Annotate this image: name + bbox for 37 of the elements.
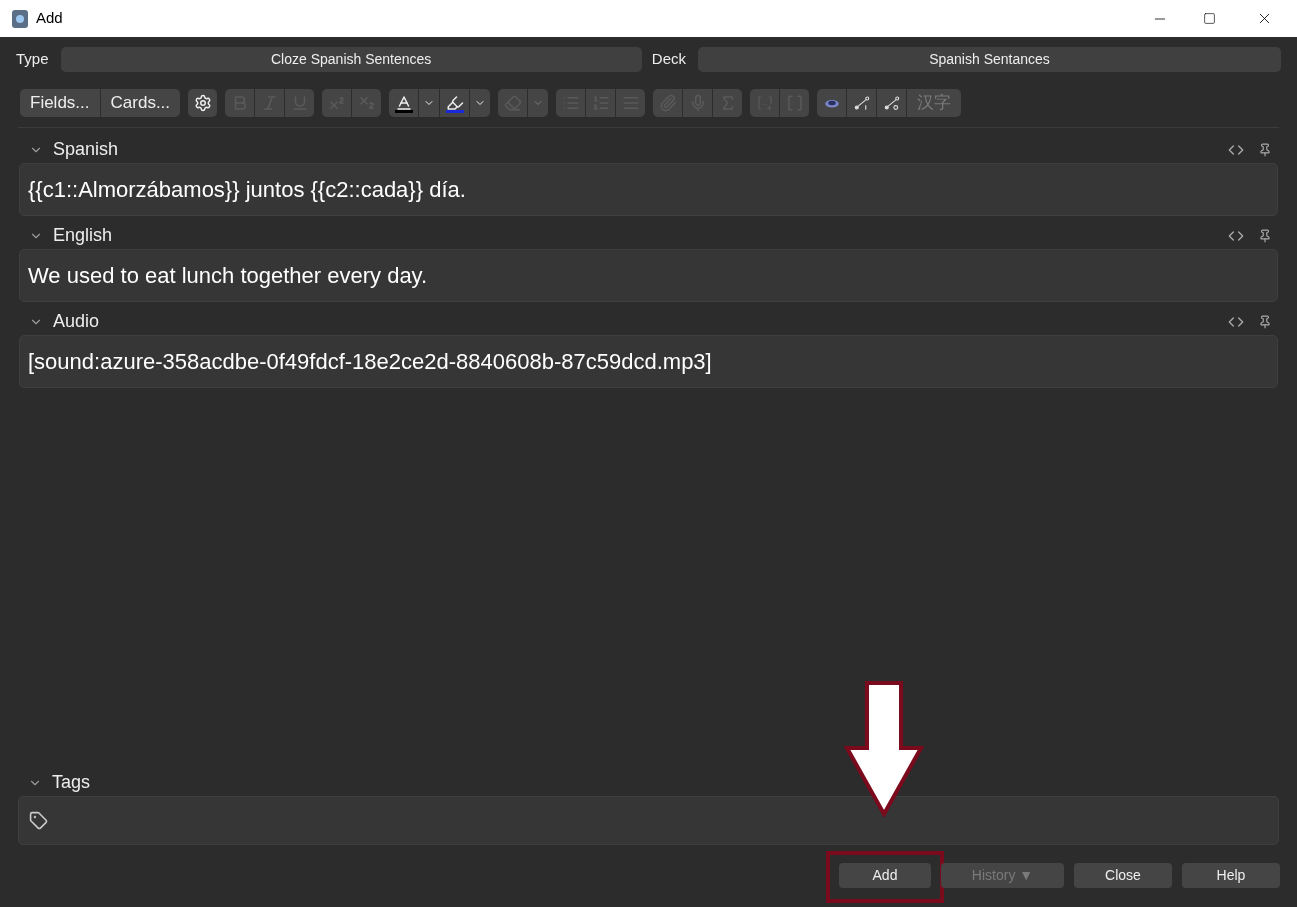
toolbar-button[interactable]	[188, 89, 218, 117]
settings-icon	[193, 94, 212, 112]
pin-icon[interactable]	[1258, 314, 1272, 329]
note-type-selector[interactable]: Cloze Spanish Sentences	[60, 47, 642, 72]
field-label: Spanish	[53, 138, 119, 161]
pin-icon[interactable]	[1258, 142, 1272, 157]
deck-selector[interactable]: Spanish Sentances	[698, 47, 1281, 72]
app-icon	[12, 9, 28, 28]
pin-icon[interactable]	[1258, 228, 1272, 243]
maximize-icon[interactable]	[1203, 12, 1216, 25]
window-title: Add	[36, 8, 63, 29]
toolbar-button[interactable]	[847, 89, 877, 117]
dialog-button[interactable]: Add	[839, 863, 931, 888]
field-editor[interactable]: [sound:azure-358acdbe-0f49fdcf-18e2ce2d-8840608b-87c59dcd.mp3]	[19, 335, 1278, 388]
dropdown-button[interactable]	[470, 89, 491, 117]
field-editor[interactable]: We used to eat lunch together every day.	[19, 249, 1278, 302]
node-line-icon	[852, 94, 871, 112]
color-swatch	[445, 109, 464, 113]
node-gear-icon	[882, 94, 901, 112]
field-editor[interactable]: {{c1::Almorzábamos}} juntos {{c2::cada}} día.	[19, 163, 1278, 216]
color-swatch	[394, 109, 413, 113]
dialog-button[interactable]: Close	[1074, 863, 1172, 888]
type-label: Type	[16, 49, 49, 70]
toolbar-button[interactable]	[877, 89, 907, 117]
tag-icon	[29, 811, 48, 830]
toolbar-button[interactable]	[440, 89, 470, 117]
tags-label: Tags	[52, 771, 91, 794]
highlighter-icon	[445, 93, 464, 112]
dropdown-button[interactable]	[419, 89, 440, 117]
toolbar-button[interactable]: Cards...	[100, 89, 181, 117]
field-label: Audio	[53, 310, 100, 333]
deck-label: Deck	[651, 49, 686, 70]
text-color-icon	[394, 93, 413, 112]
dialog-button[interactable]: Help	[1182, 863, 1280, 888]
toolbar-button[interactable]: Fields...	[20, 89, 100, 117]
toolbar-button[interactable]	[389, 89, 419, 117]
field-label: English	[53, 224, 113, 247]
